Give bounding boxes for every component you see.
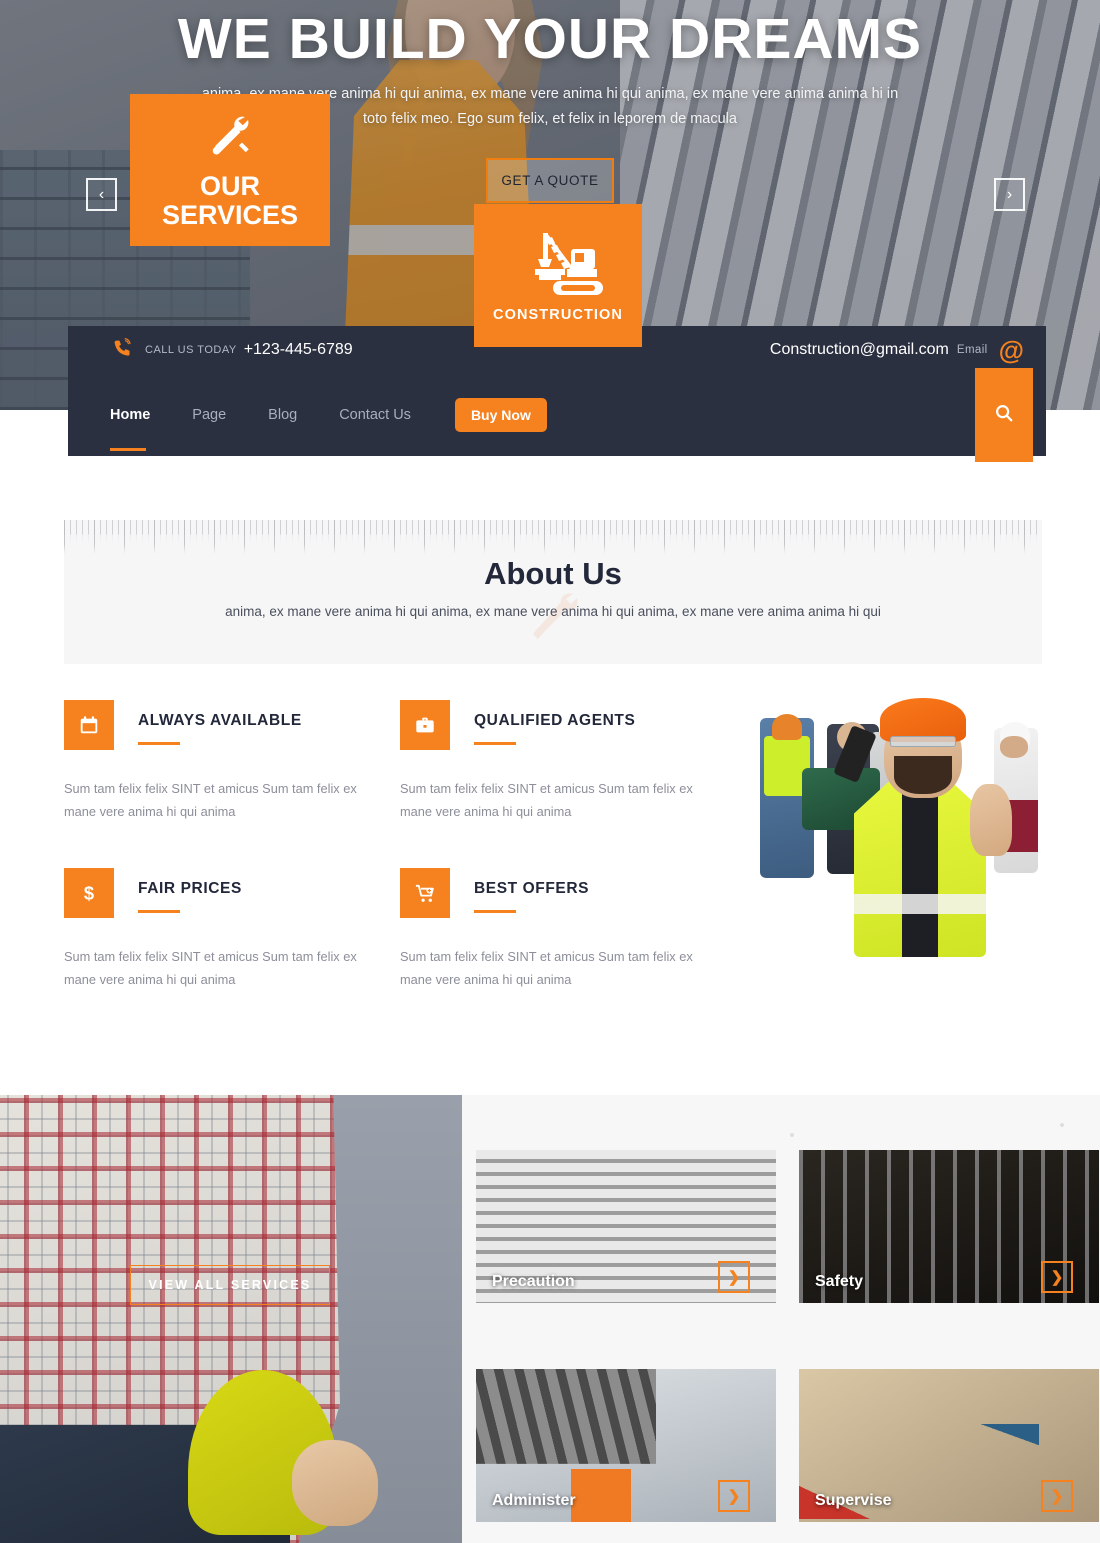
- dollar-icon: $: [64, 868, 114, 918]
- feature-underline: [138, 910, 180, 913]
- service-card-supervise[interactable]: Supervise ❯: [799, 1369, 1099, 1522]
- view-all-services-button[interactable]: VIEW ALL SERVICES: [130, 1265, 330, 1305]
- chef-head: [1000, 736, 1028, 758]
- about-section: About Us anima, ex mane vere anima hi qu…: [64, 520, 1042, 664]
- team-photo: [742, 672, 1042, 957]
- services-panel-title-line1: OUR: [200, 170, 260, 201]
- service-card-label: Safety: [815, 1273, 864, 1290]
- email-address[interactable]: Construction@gmail.com: [770, 341, 949, 359]
- briefcase-icon: [400, 700, 450, 750]
- search-icon: [993, 402, 1015, 429]
- worker-front-beard: [894, 756, 952, 794]
- feature-underline: [474, 742, 516, 745]
- worker-hand: [292, 1440, 378, 1526]
- feature-text: Sum tam felix felix SINT et amicus Sum t…: [400, 781, 693, 819]
- logo-text: CONSTRUCTION: [493, 306, 623, 323]
- site-logo[interactable]: CONSTRUCTION: [474, 204, 642, 347]
- service-card-administer[interactable]: Administer ❯: [476, 1369, 776, 1522]
- about-title: About Us: [484, 556, 622, 591]
- arrow-right-icon[interactable]: ❯: [718, 1261, 750, 1293]
- service-card-label: Administer: [492, 1492, 576, 1509]
- slider-next-arrow-icon[interactable]: ›: [994, 178, 1025, 211]
- our-services-panel: OUR SERVICES: [130, 94, 330, 246]
- thumbs-up-icon: [970, 784, 1012, 856]
- service-card-precaution[interactable]: Precaution ❯: [476, 1150, 776, 1303]
- service-card-safety[interactable]: Safety ❯: [799, 1150, 1099, 1303]
- arrow-right-icon[interactable]: ❯: [1041, 1261, 1073, 1293]
- feature-underline: [138, 742, 180, 745]
- service-card-label: Supervise: [815, 1492, 892, 1509]
- tools-icon: [205, 111, 255, 164]
- worker-back-left-helmet: [772, 714, 802, 740]
- arrow-right-icon[interactable]: ❯: [1041, 1480, 1073, 1512]
- get-a-quote-button[interactable]: GET A QUOTE: [486, 158, 614, 203]
- feature-title: FAIR PRICES: [138, 880, 242, 897]
- nav-item-home[interactable]: Home: [110, 401, 150, 451]
- crane-icon: [513, 229, 603, 301]
- feature-title: ALWAYS AVAILABLE: [138, 712, 302, 729]
- buy-now-button[interactable]: Buy Now: [454, 398, 547, 432]
- services-panel-title: OUR SERVICES: [161, 170, 299, 230]
- service-card-label: Precaution: [492, 1273, 575, 1290]
- safety-goggles-icon: [890, 736, 956, 747]
- slider-prev-arrow-icon[interactable]: ‹: [86, 178, 117, 211]
- shopping-cart-icon: [400, 868, 450, 918]
- worker-front-shirt: [902, 782, 938, 957]
- email-label: Email: [956, 344, 988, 356]
- calendar-icon: [64, 700, 114, 750]
- services-panel-title-line2: SERVICES: [161, 199, 299, 230]
- nav-item-page[interactable]: Page: [192, 401, 226, 429]
- feature-title: BEST OFFERS: [474, 880, 590, 897]
- feature-text: Sum tam felix felix SINT et amicus Sum t…: [64, 949, 357, 987]
- phone-icon: [112, 337, 133, 363]
- call-us-label: CALL US TODAY: [145, 344, 237, 356]
- ruler-ticks-large: [64, 520, 1042, 554]
- svg-text:$: $: [84, 882, 94, 903]
- arrow-right-icon[interactable]: ❯: [718, 1480, 750, 1512]
- phone-block: CALL US TODAY +123-445-6789: [112, 337, 353, 363]
- feature-text: Sum tam felix felix SINT et amicus Sum t…: [400, 949, 693, 987]
- vest-reflective-stripe: [854, 894, 986, 914]
- main-navigation: Home Page Blog Contact Us Buy Now: [68, 368, 1046, 462]
- feature-text: Sum tam felix felix SINT et amicus Sum t…: [64, 781, 357, 819]
- search-button[interactable]: [975, 368, 1033, 462]
- services-photo: [0, 1095, 462, 1543]
- at-icon: @: [998, 335, 1024, 365]
- about-description: anima, ex mane vere anima hi qui anima, …: [225, 604, 881, 619]
- hero-title: WE BUILD YOUR DREAMS: [177, 7, 923, 71]
- phone-number[interactable]: +123-445-6789: [244, 341, 353, 359]
- nav-item-blog[interactable]: Blog: [268, 401, 297, 429]
- nav-item-contact-us[interactable]: Contact Us: [339, 401, 411, 429]
- feature-title: QUALIFIED AGENTS: [474, 712, 636, 729]
- feature-underline: [474, 910, 516, 913]
- nav-items: Home Page Blog Contact Us Buy Now: [110, 398, 547, 451]
- email-block: Construction@gmail.com Email @: [770, 337, 1024, 363]
